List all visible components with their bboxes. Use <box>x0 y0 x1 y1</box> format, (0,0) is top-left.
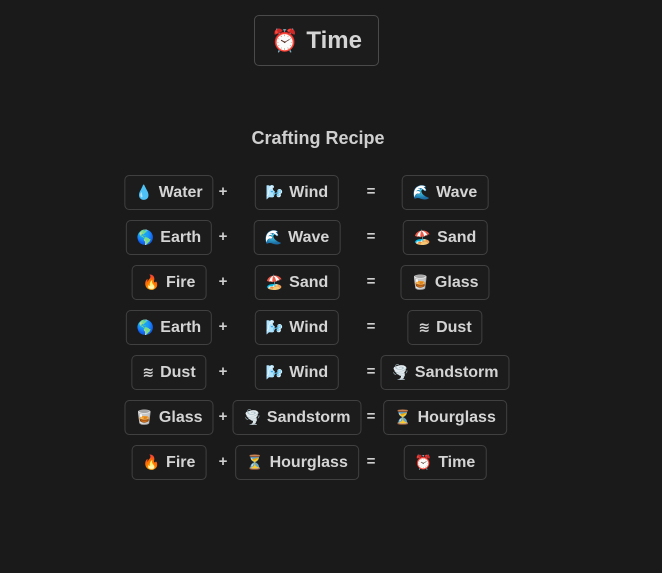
plus-sign: + <box>218 273 228 290</box>
hourglass-icon: ⏳ <box>246 454 264 470</box>
result-label: Sand <box>437 228 477 246</box>
ingredient-label: Earth <box>160 318 202 336</box>
recipe-row: 🌎 Earth + 🌬️ Wind = ≋ Dust <box>0 310 662 346</box>
ingredient-label: Wind <box>289 363 329 381</box>
plus-sign: + <box>218 318 228 335</box>
tornado-icon: 🌪️ <box>391 364 409 380</box>
target-element[interactable]: ⏰ Time <box>254 15 379 66</box>
plus-sign: + <box>218 183 228 200</box>
wind-icon: 🌬️ <box>265 319 284 335</box>
ingredient-b[interactable]: 🌪️ Sandstorm <box>232 400 362 435</box>
ingredient-b[interactable]: 🌊 Wave <box>253 220 341 255</box>
ingredient-label: Wind <box>289 318 329 336</box>
dust-waves-icon: ≋ <box>142 364 155 380</box>
beach-icon: 🏖️ <box>413 229 432 245</box>
recipe-row: 💧 Water + 🌬️ Wind = 🌊 Wave <box>0 175 662 211</box>
equals-sign: = <box>366 408 376 425</box>
ingredient-label: Dust <box>160 363 196 381</box>
equals-sign: = <box>366 183 376 200</box>
earth-globe-icon: 🌎 <box>136 319 155 335</box>
plus-sign: + <box>218 228 228 245</box>
ingredient-label: Fire <box>166 273 196 291</box>
plus-sign: + <box>218 363 228 380</box>
ingredient-label: Earth <box>160 228 202 246</box>
result[interactable]: ⏳ Hourglass <box>383 400 507 435</box>
ingredient-label: Glass <box>158 408 203 426</box>
ingredient-a[interactable]: 💧 Water <box>124 175 214 210</box>
ingredient-label: Wind <box>289 183 329 201</box>
ingredient-b[interactable]: ⏳ Hourglass <box>235 445 359 480</box>
ingredient-label: Hourglass <box>269 453 348 471</box>
glass-icon: 🥃 <box>411 274 429 290</box>
water-drop-icon: 💧 <box>135 184 153 200</box>
glass-icon: 🥃 <box>135 409 153 425</box>
equals-sign: = <box>366 453 376 470</box>
ingredient-a[interactable]: 🌎 Earth <box>125 310 213 345</box>
result-label: Glass <box>434 273 479 291</box>
hourglass-icon: ⏳ <box>394 409 412 425</box>
equals-sign: = <box>366 363 376 380</box>
ingredient-label: Wave <box>288 228 330 246</box>
alarm-clock-icon: ⏰ <box>414 454 433 470</box>
recipe-row: 🔥 Fire + ⏳ Hourglass = ⏰ Time <box>0 445 662 481</box>
ingredient-b[interactable]: 🌬️ Wind <box>254 310 340 345</box>
wind-icon: 🌬️ <box>265 184 284 200</box>
result[interactable]: 🥃 Glass <box>400 265 490 300</box>
ingredient-a[interactable]: 🌎 Earth <box>125 220 213 255</box>
ingredient-label: Sandstorm <box>266 408 351 426</box>
ingredient-a[interactable]: 🔥 Fire <box>131 445 207 480</box>
recipe-row: 🌎 Earth + 🌊 Wave = 🏖️ Sand <box>0 220 662 256</box>
tornado-icon: 🌪️ <box>243 409 261 425</box>
result-label: Hourglass <box>417 408 496 426</box>
ingredient-a[interactable]: ≋ Dust <box>131 355 207 390</box>
wave-icon: 🌊 <box>412 184 431 200</box>
recipe-row: 🥃 Glass + 🌪️ Sandstorm = ⏳ Hourglass <box>0 400 662 436</box>
crafting-recipe-heading: Crafting Recipe <box>251 128 385 148</box>
ingredient-b[interactable]: 🏖️ Sand <box>254 265 340 300</box>
equals-sign: = <box>366 318 376 335</box>
earth-globe-icon: 🌎 <box>136 229 155 245</box>
result-label: Sandstorm <box>414 363 499 381</box>
result-label: Wave <box>436 183 478 201</box>
result[interactable]: 🏖️ Sand <box>402 220 488 255</box>
ingredient-b[interactable]: 🌬️ Wind <box>254 355 340 390</box>
equals-sign: = <box>366 273 376 290</box>
ingredient-label: Fire <box>166 453 196 471</box>
target-label: Time <box>306 26 362 54</box>
recipe-row: 🔥 Fire + 🏖️ Sand = 🥃 Glass <box>0 265 662 301</box>
alarm-clock-icon: ⏰ <box>271 27 299 53</box>
result-label: Dust <box>436 318 472 336</box>
result[interactable]: 🌪️ Sandstorm <box>380 355 510 390</box>
beach-icon: 🏖️ <box>265 274 284 290</box>
result[interactable]: ≋ Dust <box>407 310 483 345</box>
result-label: Time <box>438 453 476 471</box>
fire-icon: 🔥 <box>142 274 161 290</box>
ingredient-label: Water <box>158 183 203 201</box>
recipe-row: ≋ Dust + 🌬️ Wind = 🌪️ Sandstorm <box>0 355 662 391</box>
fire-icon: 🔥 <box>142 454 161 470</box>
plus-sign: + <box>218 408 228 425</box>
wave-icon: 🌊 <box>264 229 283 245</box>
result[interactable]: 🌊 Wave <box>401 175 489 210</box>
ingredient-b[interactable]: 🌬️ Wind <box>254 175 340 210</box>
ingredient-a[interactable]: 🥃 Glass <box>124 400 214 435</box>
result[interactable]: ⏰ Time <box>403 445 487 480</box>
plus-sign: + <box>218 453 228 470</box>
wind-icon: 🌬️ <box>265 364 284 380</box>
ingredient-label: Sand <box>289 273 329 291</box>
ingredient-a[interactable]: 🔥 Fire <box>131 265 207 300</box>
equals-sign: = <box>366 228 376 245</box>
dust-waves-icon: ≋ <box>418 319 431 335</box>
